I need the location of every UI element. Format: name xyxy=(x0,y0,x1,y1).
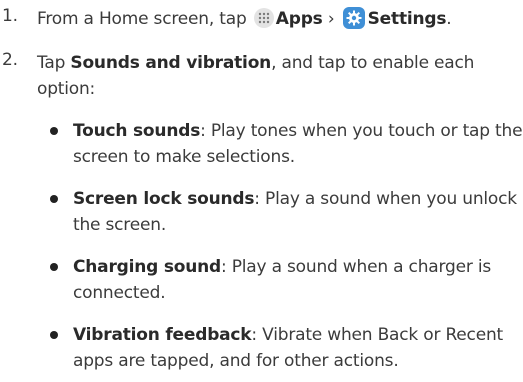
list-item-text: Touch sounds: Play tones when you touch … xyxy=(73,118,523,170)
step-text: Tap Sounds and vibration, and tap to ena… xyxy=(37,50,523,102)
settings-gear-icon xyxy=(342,7,365,29)
step-2-intro: Tap xyxy=(37,53,66,73)
settings-label: Settings xyxy=(367,9,447,29)
apps-grid-icon xyxy=(253,8,274,28)
bullet-dot xyxy=(50,331,58,339)
instructions-page: 1. From a Home screen, tap Apps › Settin… xyxy=(0,0,523,382)
step-number: 1. xyxy=(2,6,18,26)
list-item-text: Screen lock sounds: Play a sound when yo… xyxy=(73,186,523,238)
sounds-and-vibration-label: Sounds and vibration xyxy=(70,53,272,73)
path-separator: › xyxy=(327,9,335,29)
option-term: Charging sound xyxy=(73,257,221,277)
step-number: 2. xyxy=(2,50,18,70)
list-item-text: Charging sound: Play a sound when a char… xyxy=(73,254,523,306)
bullet-dot xyxy=(50,127,58,135)
step-text: From a Home screen, tap Apps › Settings. xyxy=(37,6,523,32)
bullet-dot xyxy=(50,195,58,203)
step-1-intro: From a Home screen, tap xyxy=(37,9,247,29)
list-item-text: Vibration feedback: Vibrate when Back or… xyxy=(73,322,523,374)
apps-label: Apps xyxy=(275,9,323,29)
option-term: Touch sounds xyxy=(73,121,201,141)
option-term: Vibration feedback xyxy=(73,325,252,345)
bullet-dot xyxy=(50,263,58,271)
step-1-end: . xyxy=(446,9,452,29)
option-term: Screen lock sounds xyxy=(73,189,255,209)
